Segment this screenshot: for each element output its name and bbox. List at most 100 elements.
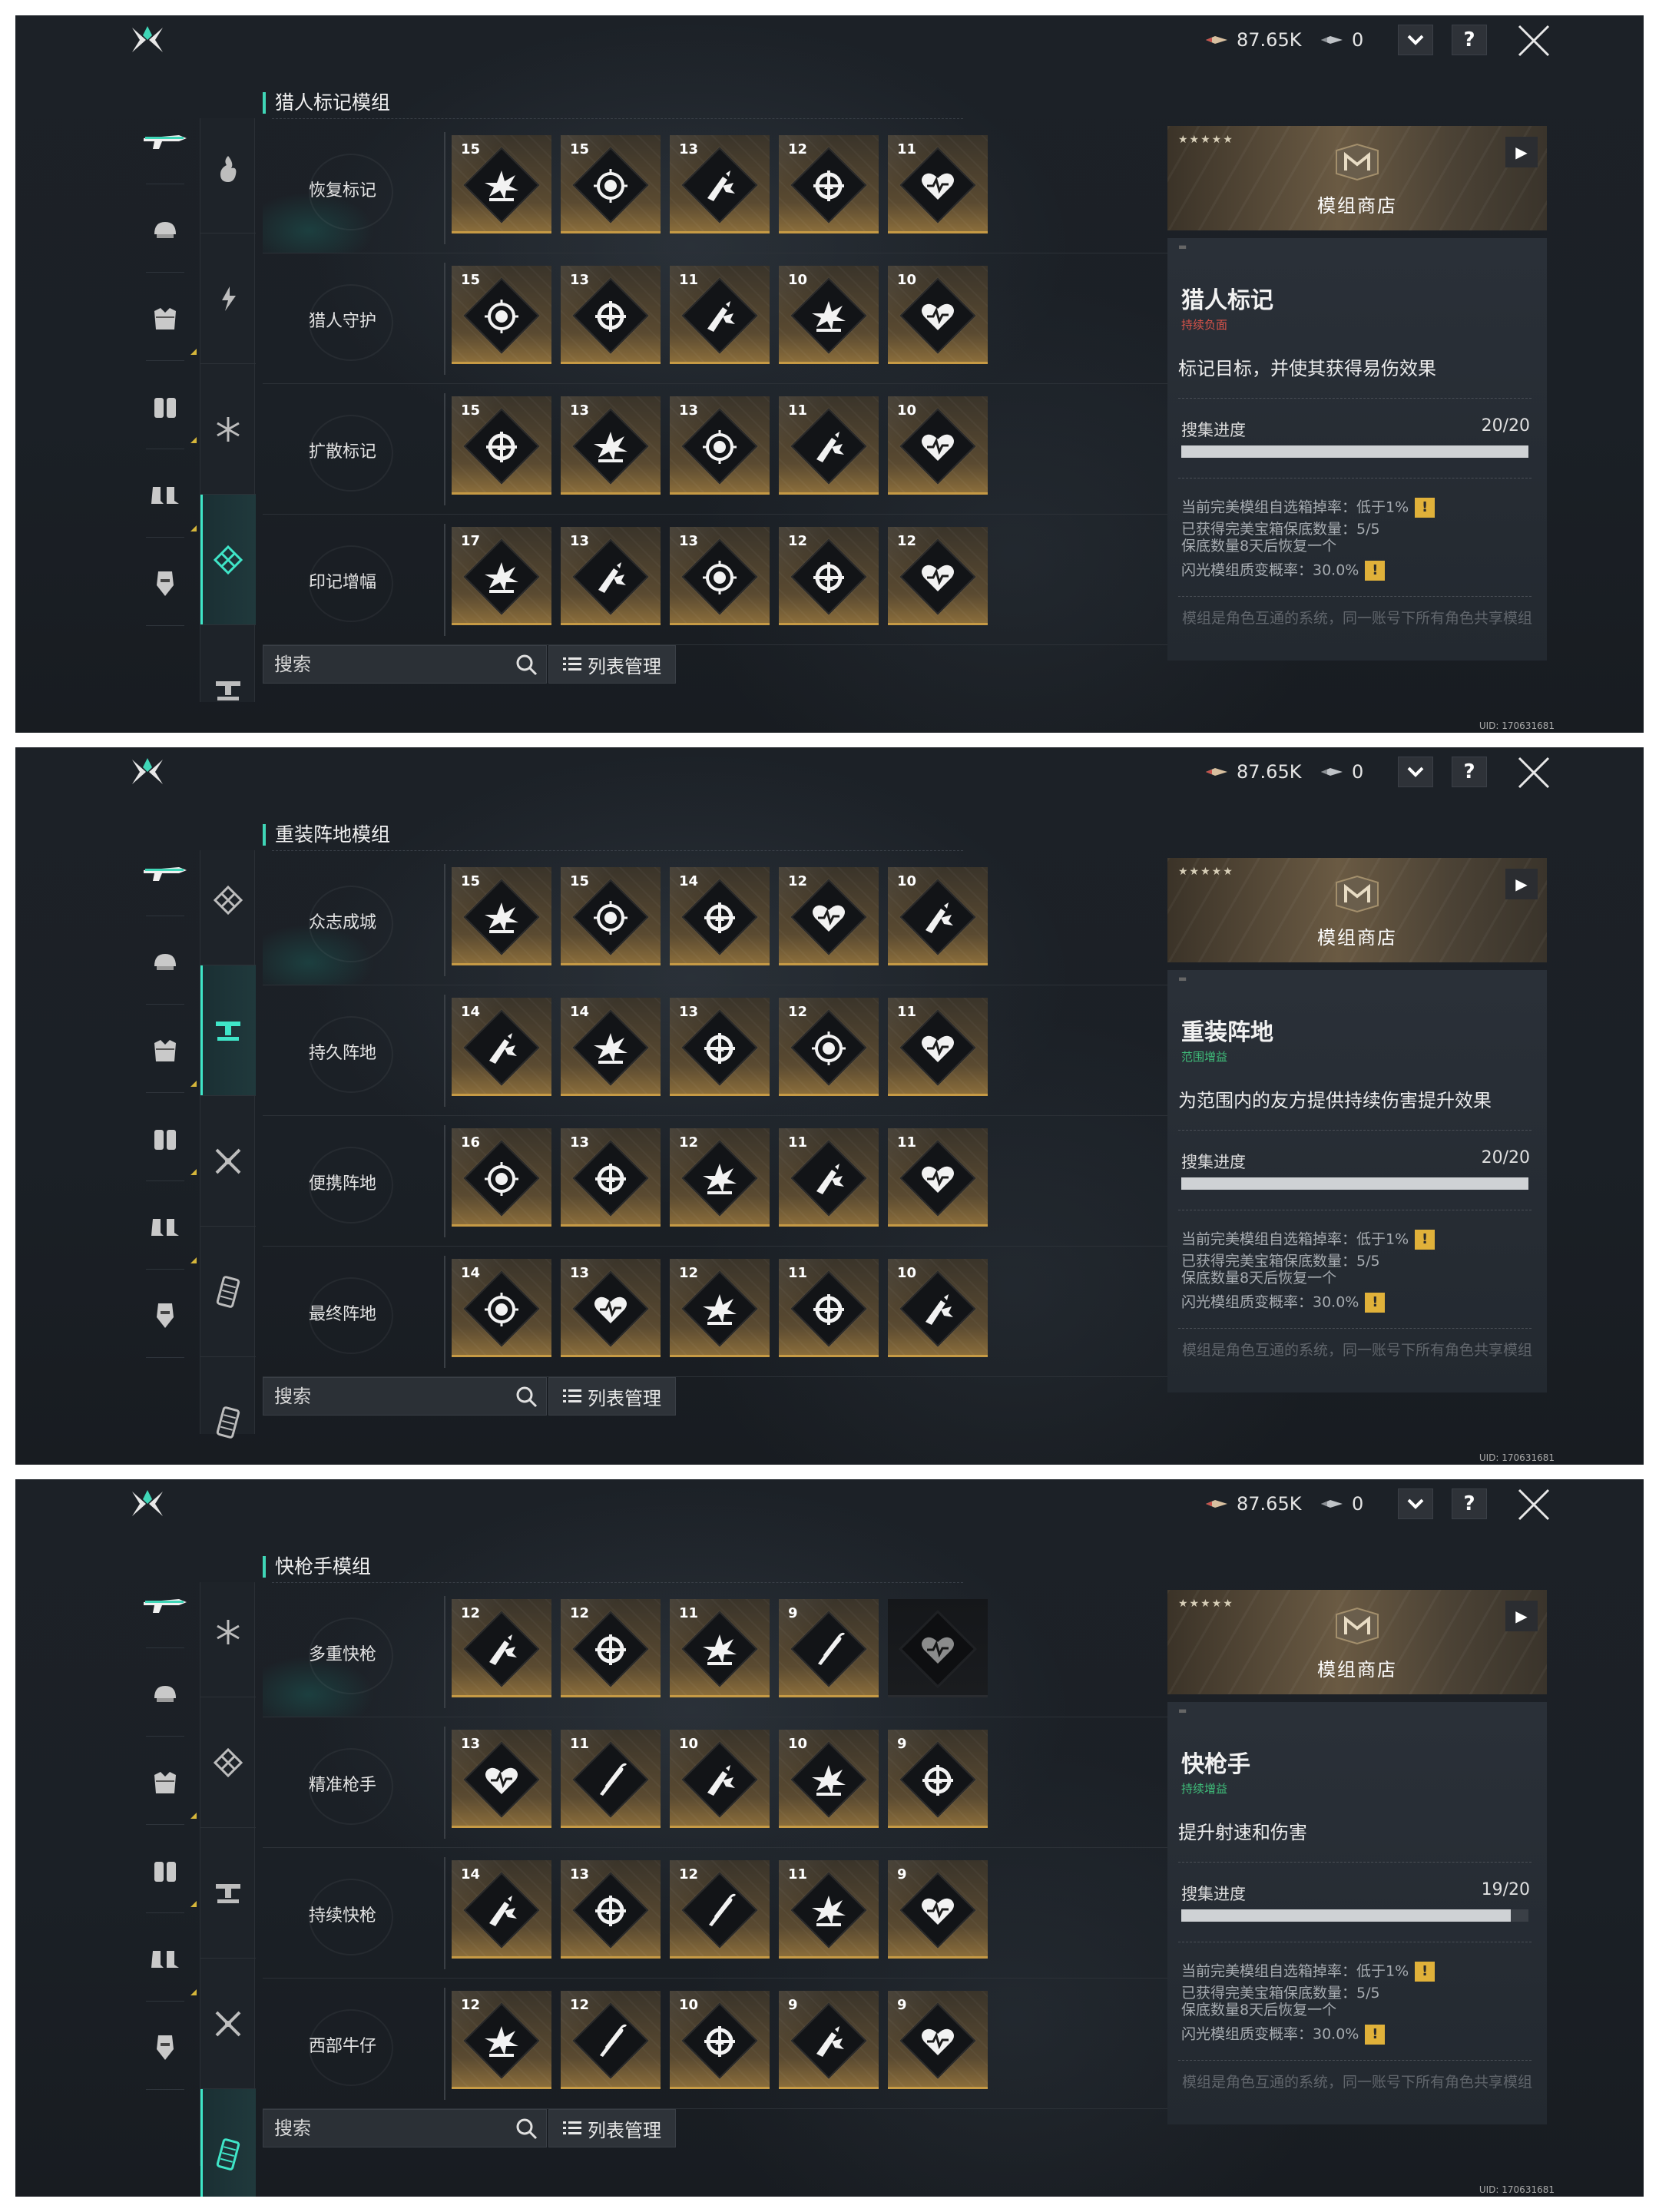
close-x-icon[interactable] (1515, 1485, 1553, 1524)
module-card[interactable]: 11 (779, 396, 879, 495)
category-tab-1[interactable] (200, 1567, 256, 1697)
list-management-button[interactable]: 列表管理 (548, 2109, 676, 2147)
category-tab-4[interactable] (200, 1227, 256, 1357)
close-x-icon[interactable] (1515, 22, 1553, 60)
module-card[interactable]: 13 (670, 527, 770, 625)
list-management-button[interactable]: 列表管理 (548, 645, 676, 684)
module-card[interactable]: 13 (561, 1128, 661, 1227)
module-card[interactable]: 15 (561, 135, 661, 233)
list-management-button[interactable]: 列表管理 (548, 1377, 676, 1416)
module-card[interactable]: 12 (670, 1259, 770, 1357)
dropdown-button[interactable] (1398, 25, 1433, 55)
nav-boots[interactable] (131, 1917, 200, 2002)
module-card[interactable]: 10 (888, 396, 988, 495)
nav-armor[interactable] (131, 1740, 200, 1825)
module-card[interactable]: 12 (452, 1599, 551, 1697)
nav-mask[interactable] (131, 541, 200, 626)
module-card[interactable]: 14 (670, 867, 770, 965)
info-icon[interactable]: ! (1365, 1293, 1386, 1313)
module-card[interactable]: 10 (888, 1259, 988, 1357)
module-card[interactable]: 9 (779, 1599, 879, 1697)
close-x-icon[interactable] (1515, 753, 1553, 792)
module-card[interactable]: 14 (561, 998, 661, 1096)
module-card[interactable]: 10 (888, 867, 988, 965)
module-card[interactable]: 17 (452, 527, 551, 625)
module-card[interactable]: 13 (561, 1860, 661, 1959)
shop-arrow-button[interactable]: ▶ (1505, 1601, 1538, 1631)
module-card[interactable]: 12 (670, 1860, 770, 1959)
module-card[interactable]: 13 (561, 396, 661, 495)
nav-weapon[interactable] (131, 1564, 200, 1648)
module-card[interactable]: 12 (561, 1599, 661, 1697)
module-shop-banner[interactable]: ★★★★★ 模组商店 ▶ (1167, 1590, 1547, 1694)
module-card[interactable]: 12 (888, 527, 988, 625)
category-tab-2[interactable] (200, 233, 256, 364)
module-card[interactable]: 11 (670, 266, 770, 364)
module-card[interactable]: 12 (779, 527, 879, 625)
module-card[interactable]: 13 (561, 266, 661, 364)
category-tab-4[interactable] (200, 495, 256, 625)
module-card[interactable]: 11 (888, 998, 988, 1096)
category-tab-3[interactable] (200, 1096, 256, 1227)
module-card[interactable] (888, 1599, 988, 1697)
module-card[interactable]: 9 (779, 1991, 879, 2089)
module-card[interactable]: 11 (888, 1128, 988, 1227)
search-icon[interactable] (515, 2118, 538, 2141)
search-icon[interactable] (515, 654, 538, 677)
module-card[interactable]: 14 (452, 1860, 551, 1959)
module-card[interactable]: 9 (888, 1730, 988, 1828)
search-input[interactable] (274, 1384, 497, 1409)
category-tab-1[interactable] (200, 103, 256, 233)
info-icon[interactable]: ! (1415, 1962, 1435, 1982)
category-tab-3[interactable] (200, 1828, 256, 1959)
module-card[interactable]: 13 (670, 135, 770, 233)
module-card[interactable]: 14 (452, 998, 551, 1096)
nav-helmet[interactable] (131, 188, 200, 273)
nav-gloves[interactable] (131, 1829, 200, 1913)
module-card[interactable]: 10 (888, 266, 988, 364)
nav-gloves[interactable] (131, 365, 200, 449)
module-card[interactable]: 11 (779, 1128, 879, 1227)
module-card[interactable]: 13 (452, 1730, 551, 1828)
module-card[interactable]: 12 (561, 1991, 661, 2089)
nav-boots[interactable] (131, 1185, 200, 1270)
module-card[interactable]: 12 (452, 1991, 551, 2089)
module-card[interactable]: 13 (561, 1259, 661, 1357)
category-tab-2[interactable] (200, 965, 256, 1096)
nav-helmet[interactable] (131, 1652, 200, 1737)
module-card[interactable]: 10 (670, 1730, 770, 1828)
module-card[interactable]: 13 (670, 396, 770, 495)
help-button[interactable]: ? (1452, 25, 1487, 55)
module-card[interactable]: 15 (452, 867, 551, 965)
nav-armor[interactable] (131, 1008, 200, 1093)
nav-weapon[interactable] (131, 832, 200, 916)
module-card[interactable]: 12 (779, 998, 879, 1096)
info-icon[interactable]: ! (1365, 561, 1386, 581)
nav-helmet[interactable] (131, 920, 200, 1005)
nav-mask[interactable] (131, 2005, 200, 2090)
nav-gloves[interactable] (131, 1097, 200, 1181)
module-card[interactable]: 10 (779, 266, 879, 364)
search-box[interactable] (263, 645, 547, 684)
info-icon[interactable]: ! (1365, 2025, 1386, 2045)
nav-boots[interactable] (131, 453, 200, 538)
shop-arrow-button[interactable]: ▶ (1505, 137, 1538, 167)
help-button[interactable]: ? (1452, 1488, 1487, 1519)
category-tab-1[interactable] (200, 835, 256, 965)
shop-arrow-button[interactable]: ▶ (1505, 869, 1538, 899)
module-card[interactable]: 9 (888, 1991, 988, 2089)
module-card[interactable]: 12 (670, 1128, 770, 1227)
search-input[interactable] (274, 2116, 497, 2141)
search-input[interactable] (274, 652, 497, 677)
module-card[interactable]: 15 (452, 396, 551, 495)
search-box[interactable] (263, 1377, 547, 1416)
module-card[interactable]: 11 (561, 1730, 661, 1828)
module-card[interactable]: 11 (779, 1860, 879, 1959)
category-tab-5[interactable] (200, 625, 256, 733)
module-card[interactable]: 15 (452, 135, 551, 233)
module-card[interactable]: 12 (779, 135, 879, 233)
category-tab-5[interactable] (200, 2089, 256, 2197)
module-card[interactable]: 12 (779, 867, 879, 965)
module-card[interactable]: 15 (452, 266, 551, 364)
info-icon[interactable]: ! (1415, 1230, 1435, 1250)
